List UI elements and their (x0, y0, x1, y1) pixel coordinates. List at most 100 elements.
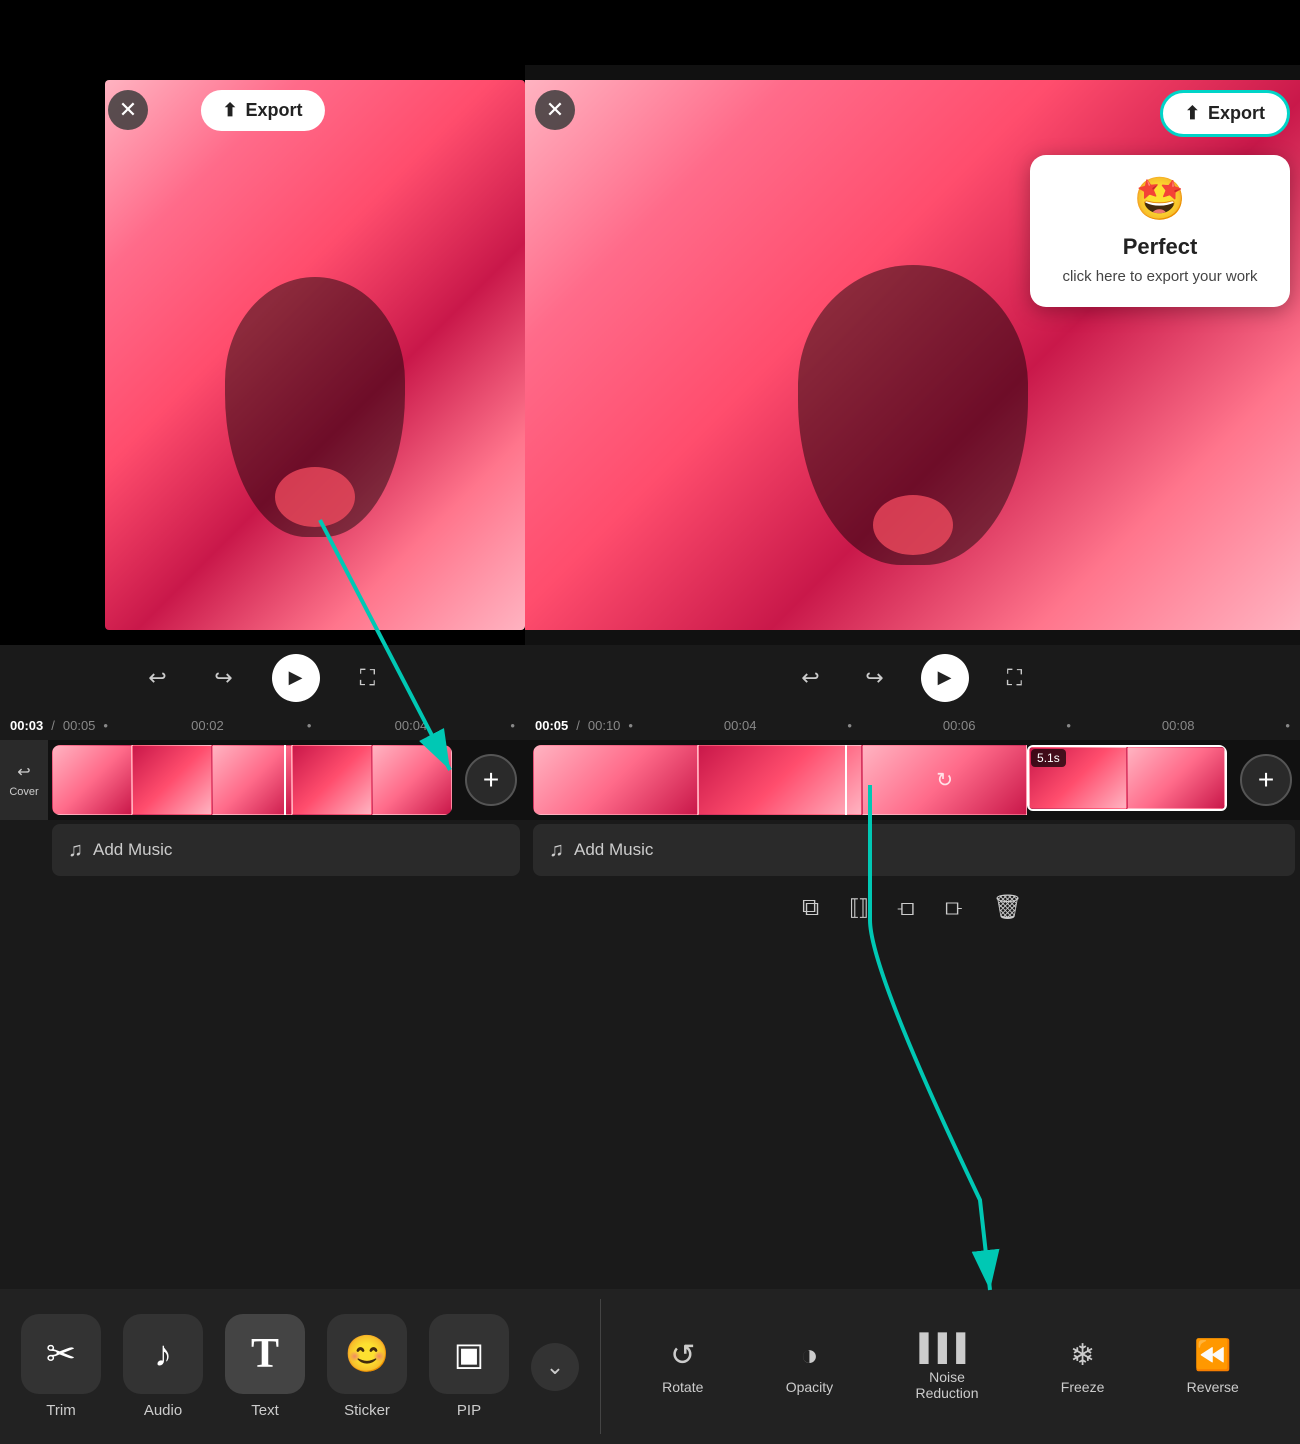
top-bar (0, 0, 1300, 65)
rotate-icon: ↺ (670, 1338, 695, 1373)
bottom-left-tools: ✂ Trim ♪ Audio T Text 😊 Sticker ▣ (0, 1289, 600, 1444)
left-video-strip[interactable] (52, 745, 452, 815)
delete-tool-button[interactable]: 🗑 (993, 893, 1023, 922)
fullscreen-button-right[interactable]: ⛶ (997, 660, 1033, 696)
freeze-tool[interactable]: ❄ Freeze (1061, 1338, 1105, 1395)
left-spacer (0, 880, 525, 945)
play-button-left[interactable]: ▶ (272, 654, 320, 702)
right-add-music-bar[interactable]: ♫ Add Music (533, 824, 1295, 876)
add-clip-button-right[interactable]: + (1240, 754, 1292, 806)
sticker-icon-box: 😊 (327, 1314, 407, 1394)
right-ruler-marks: • 00:04 • 00:06 • 00:08 • (628, 718, 1290, 733)
right-time-separator: / (576, 718, 580, 733)
trim-icon: ✂ (46, 1333, 76, 1375)
left-video-frame (105, 80, 525, 630)
selected-segment[interactable]: 5.1s (1027, 745, 1227, 811)
close-icon-left: ✕ (119, 97, 137, 123)
right-video-thumb-5 (1127, 747, 1225, 809)
tooltip-description: click here to export your work (1062, 266, 1257, 287)
cover-label: ↩ Cover (0, 740, 48, 820)
rotate-label: Rotate (662, 1379, 703, 1395)
text-icon: T (251, 1330, 279, 1378)
export-button-left[interactable]: ⬆ Export (200, 90, 324, 131)
audio-tool[interactable]: ♪ Audio (123, 1314, 203, 1419)
right-video-thumb-1 (533, 745, 698, 815)
text-label: Text (251, 1402, 279, 1419)
right-video-strip[interactable]: ↻ 5.1s (533, 745, 1227, 815)
main-preview-area: ✕ ⬆ Export ✕ ⬆ Export 🤩 Perfect click he… (0, 65, 1300, 645)
trim-end-button[interactable]: ⟥ (945, 894, 963, 922)
left-time-separator: / (51, 718, 55, 733)
play-icon-left: ▶ (289, 667, 303, 688)
lava-lamp-right (798, 265, 1028, 565)
controls-row: ↩ ↪ ▶ ⛶ ↩ ↪ ▶ ⛶ (0, 645, 1300, 710)
freeze-label: Freeze (1061, 1379, 1105, 1395)
export-tooltip: 🤩 Perfect click here to export your work (1030, 155, 1290, 307)
sticker-tool[interactable]: 😊 Sticker (327, 1314, 407, 1419)
text-icon-box: T (225, 1314, 305, 1394)
opacity-label: Opacity (786, 1379, 833, 1395)
left-preview-panel: ✕ ⬆ Export (0, 65, 525, 645)
right-timeline: 00:05 / 00:10 • 00:04 • 00:06 • 00:08 • … (525, 710, 1300, 880)
undo-button-right[interactable]: ↩ (793, 660, 829, 696)
export-icon-left: ⬆ (222, 100, 237, 121)
lava-lamp-left (225, 277, 405, 537)
redo-button-left[interactable]: ↪ (206, 660, 242, 696)
right-preview-panel: ✕ ⬆ Export 🤩 Perfect click here to expor… (525, 65, 1300, 645)
left-timeline: 00:03 / 00:05 • 00:02 • 00:04 • ↩ Cover (0, 710, 525, 880)
pip-icon-box: ▣ (429, 1314, 509, 1394)
sticker-label: Sticker (344, 1402, 390, 1419)
reverse-tool[interactable]: ⏪ Reverse (1187, 1338, 1239, 1395)
right-video-thumb-2 (698, 745, 863, 815)
music-icon-right: ♫ (549, 839, 564, 862)
more-tools-button[interactable]: ⌄ (531, 1343, 579, 1391)
left-video-strip-container: ↩ Cover + (0, 740, 525, 820)
export-label-right: Export (1208, 103, 1265, 124)
trim-icon-box: ✂ (21, 1314, 101, 1394)
add-clip-button-left[interactable]: + (465, 754, 517, 806)
opacity-tool[interactable]: ◑ Opacity (786, 1339, 833, 1395)
bottom-right-tools: ↺ Rotate ◑ Opacity ▌▌▌ NoiseReduction ❄ … (601, 1289, 1300, 1444)
split-tool-button[interactable]: ⟦⟧ (849, 895, 867, 921)
right-video-strip-container: ↻ 5.1s + (525, 740, 1300, 820)
right-video-thumb-3: ↻ (862, 745, 1027, 815)
noise-reduction-icon: ▌▌▌ (919, 1332, 974, 1363)
reverse-label: Reverse (1187, 1379, 1239, 1395)
spacer-area: ⧉ ⟦⟧ ⟤ ⟥ 🗑 (0, 880, 1300, 945)
video-thumb-4 (292, 745, 372, 815)
export-button-right[interactable]: ⬆ Export (1160, 90, 1290, 137)
reverse-icon: ⏪ (1194, 1338, 1231, 1373)
fullscreen-button-left[interactable]: ⛶ (350, 660, 386, 696)
trim-tool[interactable]: ✂ Trim (21, 1314, 101, 1419)
copy-icon: ⧉ (802, 894, 819, 922)
add-music-label-right: Add Music (574, 840, 653, 860)
trim-start-icon: ⟤ (897, 894, 915, 922)
pip-label: PIP (457, 1402, 481, 1419)
trim-start-button[interactable]: ⟤ (897, 894, 915, 922)
trim-label: Trim (46, 1402, 75, 1419)
left-add-music-bar[interactable]: ♫ Add Music (52, 824, 520, 876)
play-button-right[interactable]: ▶ (921, 654, 969, 702)
sticker-icon: 😊 (345, 1333, 390, 1375)
rotate-tool[interactable]: ↺ Rotate (662, 1338, 703, 1395)
add-music-label-left: Add Music (93, 840, 172, 860)
left-current-time: 00:03 (10, 718, 43, 733)
music-icon-left: ♫ (68, 839, 83, 862)
audio-icon: ♪ (154, 1333, 172, 1375)
copy-tool-button[interactable]: ⧉ (802, 894, 819, 922)
right-current-time: 00:05 (535, 718, 568, 733)
close-icon-right: ✕ (546, 97, 564, 123)
audio-label: Audio (144, 1402, 182, 1419)
audio-icon-box: ♪ (123, 1314, 203, 1394)
right-edit-section: ⧉ ⟦⟧ ⟤ ⟥ 🗑 (525, 880, 1300, 945)
right-total-time: 00:10 (588, 718, 621, 733)
video-thumb-2 (132, 745, 212, 815)
undo-button-left[interactable]: ↩ (140, 660, 176, 696)
noise-reduction-tool[interactable]: ▌▌▌ NoiseReduction (915, 1332, 978, 1401)
export-icon-right: ⬆ (1185, 103, 1200, 124)
close-button-left[interactable]: ✕ (108, 90, 148, 130)
close-button-right[interactable]: ✕ (535, 90, 575, 130)
redo-button-right[interactable]: ↪ (857, 660, 893, 696)
pip-tool[interactable]: ▣ PIP (429, 1314, 509, 1419)
text-tool[interactable]: T Text (225, 1314, 305, 1419)
